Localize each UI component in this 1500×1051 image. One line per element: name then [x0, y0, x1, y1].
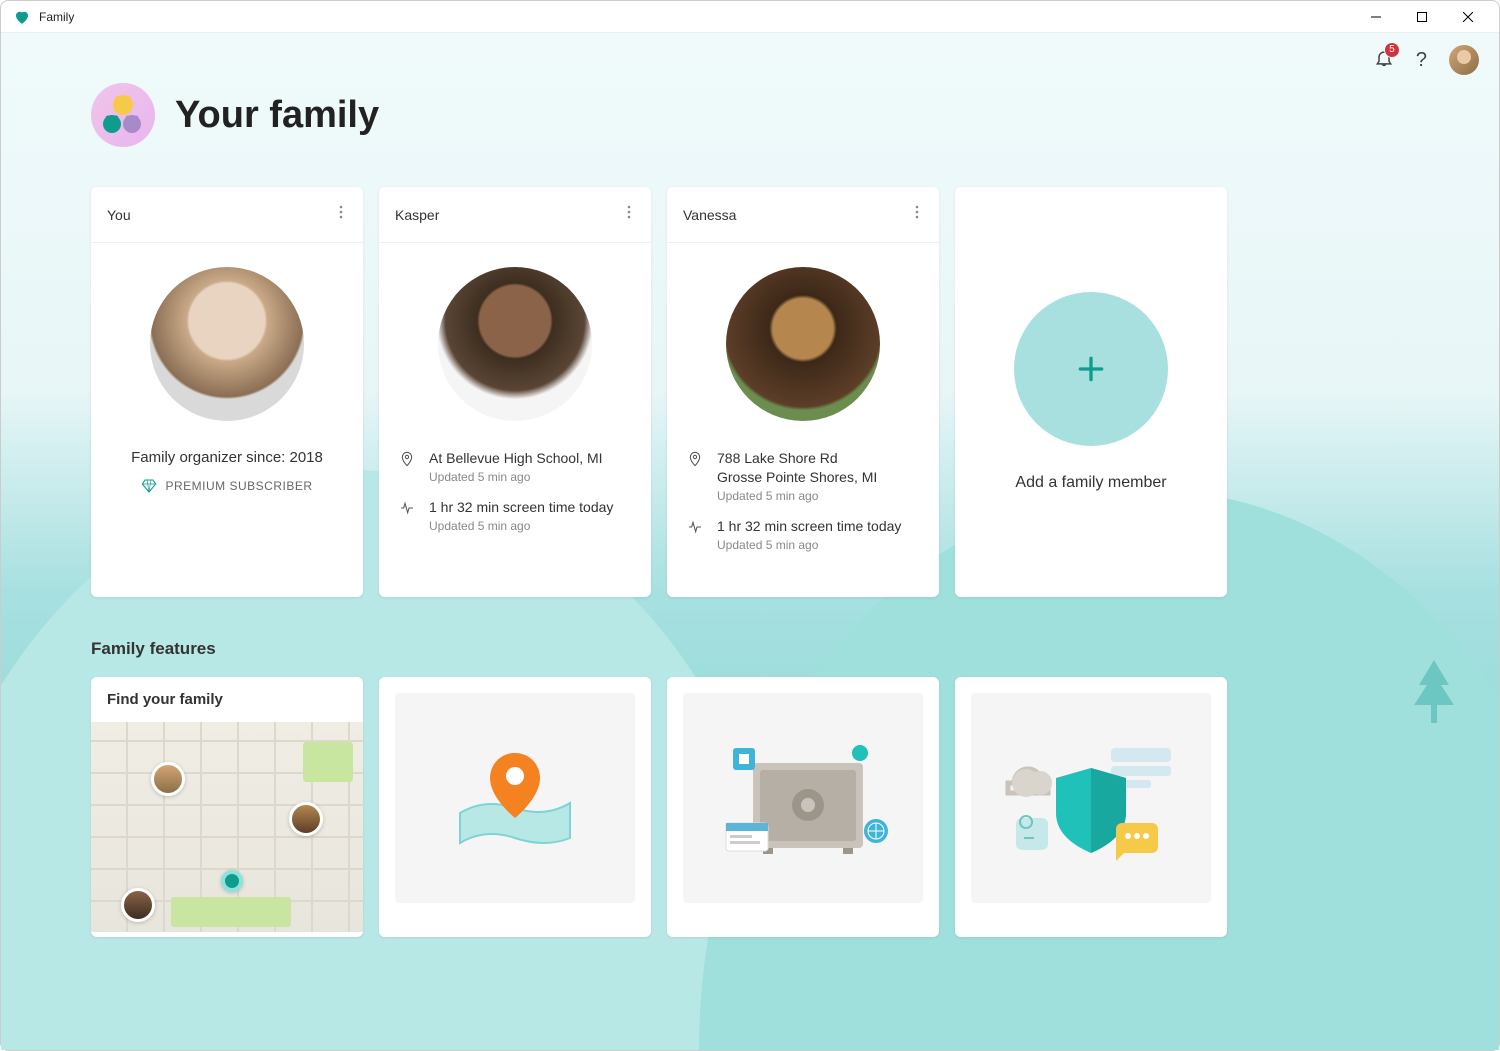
screentime-updated-text: Updated 5 min ago [717, 538, 919, 552]
screentime-updated-text: Updated 5 min ago [429, 519, 631, 533]
app-icon [13, 8, 31, 26]
member-avatar [150, 267, 304, 421]
location-text: At Bellevue High School, MI [429, 449, 631, 468]
more-vertical-icon [339, 205, 343, 219]
feature-card-safety[interactable] [667, 677, 939, 937]
shield-illustration-icon [996, 733, 1186, 863]
premium-label: PREMIUM SUBSCRIBER [165, 479, 312, 493]
more-options-button[interactable] [335, 201, 347, 228]
organizer-since-text: Family organizer since: 2018 [131, 449, 323, 466]
member-card-kasper[interactable]: Kasper At Bellevue High School, MI Updat… [379, 187, 651, 597]
more-options-button[interactable] [623, 201, 635, 228]
family-features-heading: Family features [91, 639, 1409, 659]
page-title: Your family [175, 94, 379, 137]
maximize-button[interactable] [1399, 1, 1445, 33]
address-line1: 788 Lake Shore Rd [717, 449, 919, 468]
map-pin-illustration-icon [450, 743, 580, 853]
add-family-member-button[interactable]: Add a family member [955, 187, 1227, 597]
member-name: You [107, 207, 131, 223]
screentime-text: 1 hr 32 min screen time today [717, 517, 919, 536]
location-pin-icon [399, 451, 417, 484]
member-name: Kasper [395, 207, 439, 223]
member-card-vanessa[interactable]: Vanessa 788 Lake Shore Rd Grosse Pointe … [667, 187, 939, 597]
activity-icon [399, 500, 417, 533]
more-vertical-icon [627, 205, 631, 219]
close-button[interactable] [1445, 1, 1491, 33]
member-name: Vanessa [683, 207, 736, 223]
minimize-button[interactable] [1353, 1, 1399, 33]
window-title: Family [39, 10, 1353, 24]
location-updated-text: Updated 5 min ago [717, 489, 919, 503]
feature-title: Find your family [91, 677, 363, 722]
map-preview [91, 722, 363, 932]
member-card-you[interactable]: You Family organizer since: 2018 PREMIUM… [91, 187, 363, 597]
safe-illustration-icon [708, 733, 898, 863]
more-vertical-icon [915, 205, 919, 219]
diamond-icon [141, 478, 157, 494]
add-member-label: Add a family member [1015, 474, 1166, 492]
member-avatar [438, 267, 592, 421]
address-line2: Grosse Pointe Shores, MI [717, 468, 919, 487]
more-options-button[interactable] [911, 201, 923, 228]
location-pin-icon [687, 451, 705, 503]
screentime-text: 1 hr 32 min screen time today [429, 498, 631, 517]
feature-card-find-family[interactable]: Find your family [91, 677, 363, 937]
member-avatar [726, 267, 880, 421]
activity-icon [687, 519, 705, 552]
title-bar: Family [1, 1, 1499, 33]
feature-card-location[interactable] [379, 677, 651, 937]
family-logo-icon [91, 83, 155, 147]
location-updated-text: Updated 5 min ago [429, 470, 631, 484]
plus-icon [1075, 353, 1107, 385]
feature-card-content[interactable] [955, 677, 1227, 937]
